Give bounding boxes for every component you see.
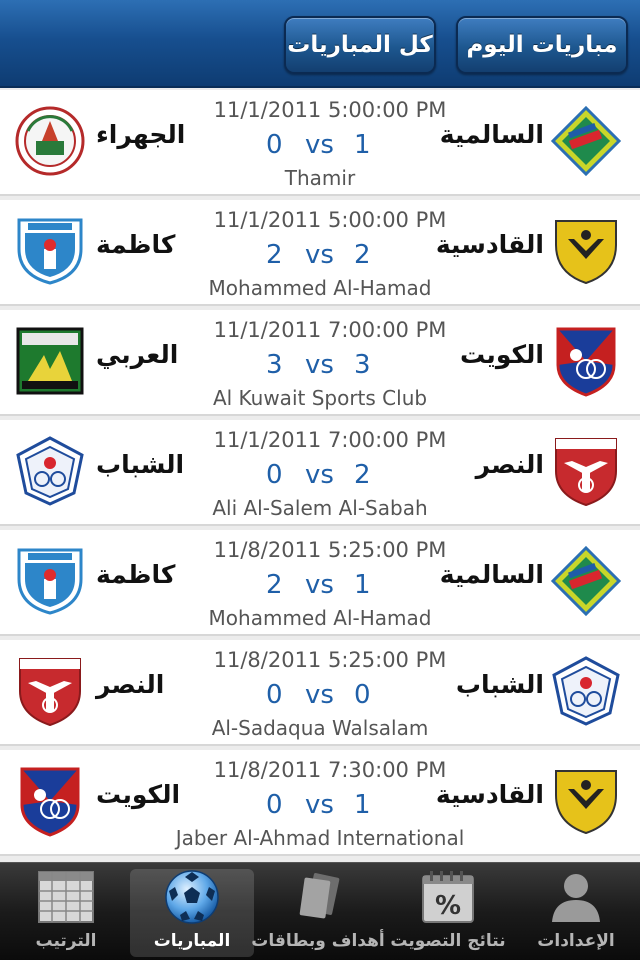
qadsia-logo bbox=[550, 765, 622, 837]
home-score: 1 bbox=[354, 790, 371, 820]
matches-list[interactable]: الجهراء 11/1/2011 5:00:00 PM 0 vs 1 Thamir الس… bbox=[0, 90, 640, 860]
home-team-name: الكويت bbox=[459, 340, 544, 369]
qadsia-logo bbox=[550, 215, 622, 287]
home-team-name: القادسية bbox=[435, 230, 544, 259]
match-row[interactable]: كاظمة 11/8/2011 5:25:00 PM 2 vs 1 Mohammed Al… bbox=[0, 530, 640, 636]
tab-vote-results[interactable]: % نتائج التصويت bbox=[386, 869, 510, 957]
tab-bar: الترتيب المباريات أهداف وبطاقات % نتائج … bbox=[0, 862, 640, 960]
away-team-name: الشباب bbox=[96, 450, 185, 479]
kazma-logo bbox=[14, 545, 86, 617]
match-row[interactable]: الكويت 11/8/2011 7:30:00 PM 0 vs 1 Jaber Al-A… bbox=[0, 750, 640, 856]
match-datetime: 11/1/2011 7:00:00 PM bbox=[213, 428, 447, 452]
home-team-name: النصر bbox=[475, 450, 544, 479]
away-score: 2 bbox=[266, 240, 283, 270]
away-team-name: الكويت bbox=[96, 780, 181, 809]
home-score: 0 bbox=[354, 680, 371, 710]
home-score: 2 bbox=[354, 240, 371, 270]
home-score: 3 bbox=[354, 350, 371, 380]
tab-standings[interactable]: الترتيب bbox=[4, 869, 128, 957]
kuwait-logo bbox=[14, 765, 86, 837]
stadium-name: Thamir bbox=[284, 166, 356, 190]
user-silhouette-icon bbox=[546, 869, 606, 925]
today-matches-button[interactable]: مباريات اليوم bbox=[456, 16, 628, 74]
tab-matches[interactable]: المباريات bbox=[130, 869, 254, 957]
away-team-name: كاظمة bbox=[96, 560, 176, 589]
cards-icon bbox=[288, 869, 348, 925]
stadium-name: Al-Sadaqua Walsalam bbox=[211, 716, 429, 740]
kuwait-logo bbox=[550, 325, 622, 397]
vs-label: vs bbox=[305, 350, 334, 380]
vs-label: vs bbox=[305, 460, 334, 490]
jahra-logo bbox=[14, 105, 86, 177]
svg-text:%: % bbox=[435, 891, 461, 921]
salmiya-logo bbox=[550, 105, 622, 177]
away-score: 0 bbox=[266, 790, 283, 820]
tab-goals-cards[interactable]: أهداف وبطاقات bbox=[251, 869, 385, 957]
tab-label: الإعدادات bbox=[537, 931, 615, 951]
away-score: 3 bbox=[266, 350, 283, 380]
match-row[interactable]: الجهراء 11/1/2011 5:00:00 PM 0 vs 1 Thamir الس… bbox=[0, 90, 640, 196]
vs-label: vs bbox=[305, 570, 334, 600]
match-datetime: 11/8/2011 5:25:00 PM bbox=[213, 538, 447, 562]
away-score: 0 bbox=[266, 460, 283, 490]
tab-label: نتائج التصويت bbox=[390, 931, 506, 951]
shabab-logo bbox=[14, 435, 86, 507]
home-score: 1 bbox=[354, 570, 371, 600]
stadium-name: Ali Al-Salem Al-Sabah bbox=[212, 496, 428, 520]
match-datetime: 11/8/2011 7:30:00 PM bbox=[213, 758, 447, 782]
home-team-name: القادسية bbox=[435, 780, 544, 809]
all-matches-button[interactable]: كل المباريات bbox=[284, 16, 436, 74]
stadium-name: Jaber Al-Ahmad International bbox=[175, 826, 465, 850]
match-datetime: 11/1/2011 5:00:00 PM bbox=[213, 98, 447, 122]
vs-label: vs bbox=[305, 130, 334, 160]
tab-settings[interactable]: الإعدادات bbox=[514, 869, 638, 957]
away-team-name: العربي bbox=[96, 340, 179, 369]
percent-calendar-icon: % bbox=[418, 869, 478, 925]
tab-label: أهداف وبطاقات bbox=[251, 931, 385, 951]
nasr-logo bbox=[14, 655, 86, 727]
away-team-name: كاظمة bbox=[96, 230, 176, 259]
home-score: 1 bbox=[354, 130, 371, 160]
match-datetime: 11/1/2011 7:00:00 PM bbox=[213, 318, 447, 342]
kazma-logo bbox=[14, 215, 86, 287]
match-datetime: 11/1/2011 5:00:00 PM bbox=[213, 208, 447, 232]
home-score: 2 bbox=[354, 460, 371, 490]
tab-label: الترتيب bbox=[35, 931, 97, 951]
match-datetime: 11/8/2011 5:25:00 PM bbox=[213, 648, 447, 672]
top-bar: كل المباريات مباريات اليوم bbox=[0, 0, 640, 88]
away-team-name: الجهراء bbox=[96, 120, 186, 149]
away-score: 0 bbox=[266, 680, 283, 710]
away-score: 0 bbox=[266, 130, 283, 160]
stadium-name: Mohammed Al-Hamad bbox=[208, 606, 432, 630]
home-team-name: الشباب bbox=[455, 670, 544, 699]
match-row[interactable]: النصر 11/8/2011 5:25:00 PM 0 vs 0 Al-Sadaqua … bbox=[0, 640, 640, 746]
vs-label: vs bbox=[305, 680, 334, 710]
away-team-name: النصر bbox=[96, 670, 165, 699]
home-team-name: السالمية bbox=[439, 560, 544, 589]
soccer-ball-icon bbox=[162, 869, 222, 925]
vs-label: vs bbox=[305, 790, 334, 820]
match-row[interactable]: الشباب 11/1/2011 7:00:00 PM 0 vs 2 Ali Al-Sal… bbox=[0, 420, 640, 526]
stadium-name: Mohammed Al-Hamad bbox=[208, 276, 432, 300]
home-team-name: السالمية bbox=[439, 120, 544, 149]
shabab-logo bbox=[550, 655, 622, 727]
tab-label: المباريات bbox=[153, 931, 231, 951]
nasr-logo bbox=[550, 435, 622, 507]
match-row[interactable]: كاظمة 11/1/2011 5:00:00 PM 2 vs 2 Mohammed Al… bbox=[0, 200, 640, 306]
vs-label: vs bbox=[305, 240, 334, 270]
stadium-name: Al Kuwait Sports Club bbox=[212, 386, 428, 410]
salmiya-logo bbox=[550, 545, 622, 617]
arabi-logo bbox=[14, 325, 86, 397]
match-row[interactable]: العربي 11/1/2011 7:00:00 PM 3 vs 3 Al Kuwait … bbox=[0, 310, 640, 416]
table-grid-icon bbox=[36, 869, 96, 925]
away-score: 2 bbox=[266, 570, 283, 600]
